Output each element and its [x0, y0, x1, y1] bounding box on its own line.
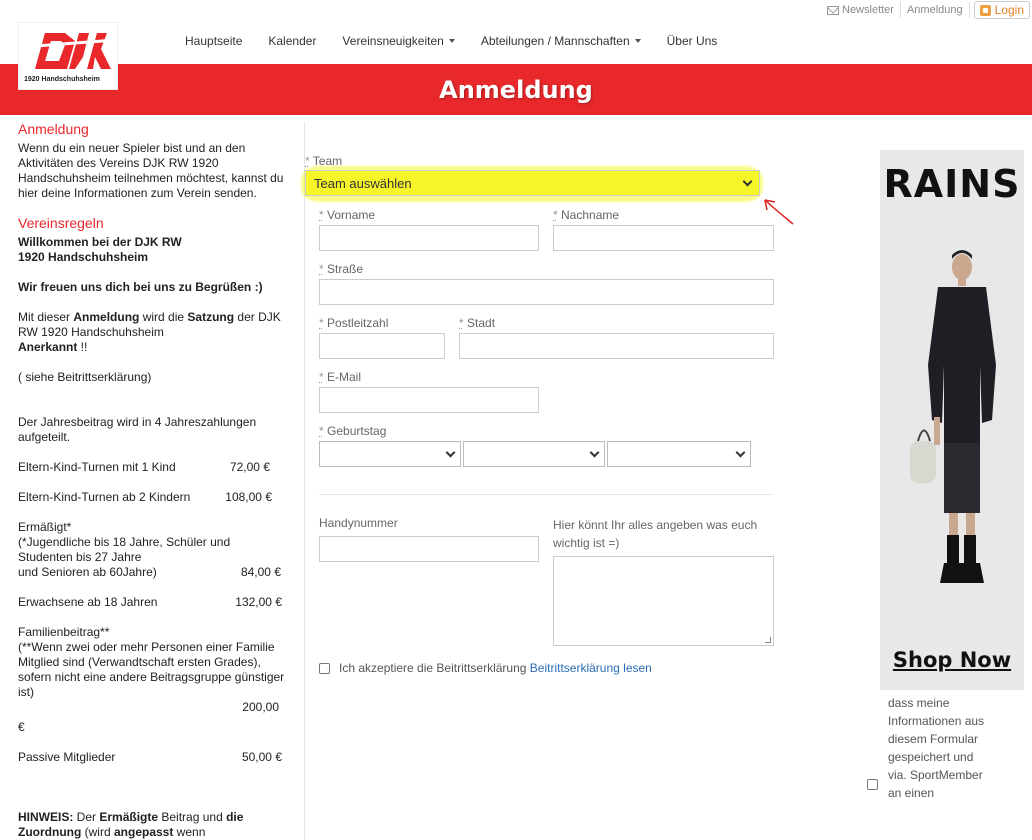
newsletter-link[interactable]: Newsletter [821, 2, 901, 18]
team-select[interactable]: Team auswählen [305, 170, 760, 196]
stadt-input[interactable] [459, 333, 774, 359]
notes-textarea[interactable] [553, 556, 774, 646]
notes-field: Hier könnt Ihr alles angeben was euch wi… [553, 516, 774, 646]
birth-year-select[interactable] [607, 441, 751, 467]
strasse-input[interactable] [319, 279, 774, 305]
club-logo[interactable]: 1920 Handschuhsheim [18, 22, 118, 90]
anmeldung-label: Anmeldung [906, 4, 963, 16]
birth-month-select[interactable] [463, 441, 605, 467]
nav-label: Hauptseite [185, 34, 243, 48]
caret-down-icon [634, 39, 641, 43]
beitritt-link[interactable]: Beitrittserklärung lesen [530, 661, 652, 675]
nav-abteilungen[interactable]: Abteilungen / Mannschaften [468, 34, 654, 48]
fee-intro: Der Jahresbeitrag wird in 4 Jahreszahlun… [18, 415, 257, 444]
fee-title: Ermäßigt* [18, 520, 72, 534]
utility-bar: Newsletter Anmeldung Login [821, 0, 1030, 20]
team-select-value: Team auswählen [314, 175, 412, 191]
nav-label: Vereinsneuigkeiten [342, 34, 444, 48]
beitritt-note: ( siehe Beitrittserklärung) [18, 370, 152, 384]
main-nav: Hauptseite Kalender Vereinsneuigkeiten A… [172, 34, 730, 48]
nav-label: Über Uns [666, 34, 718, 48]
plz-field: * Postleitzahl [319, 316, 445, 359]
nav-hauptseite[interactable]: Hauptseite [172, 34, 255, 48]
email-input[interactable] [319, 387, 539, 413]
notes-label: Hier könnt Ihr alles angeben was euch wi… [553, 518, 758, 550]
fee-row: Erwachsene ab 18 Jahren 132,00 € [18, 595, 282, 609]
birth-day-select[interactable] [319, 441, 461, 467]
fee-currency: € [18, 720, 25, 734]
consent-text: dass meine Informationen aus diesem Form… [888, 696, 985, 800]
ad-brand: RAINS [883, 162, 1021, 206]
accept-row: Ich akzeptiere die Beitrittserklärung Be… [319, 661, 652, 675]
info-column: Anmeldung Wenn du ein neuer Spieler bist… [18, 122, 288, 840]
login-button[interactable]: Login [973, 1, 1030, 19]
page-title: Anmeldung [439, 75, 593, 104]
column-divider [304, 122, 305, 840]
consent-checkbox[interactable] [867, 779, 878, 790]
accept-text: Ich akzeptiere die Beitrittserklärung [339, 661, 527, 675]
fee-row: Passive Mitglieder 50,00 € [18, 750, 282, 764]
login-icon [979, 4, 991, 16]
ad-model-image [910, 250, 996, 583]
email-field: * E-Mail [319, 370, 539, 413]
nav-label: Abteilungen / Mannschaften [480, 34, 630, 48]
intro-text: Wenn du ein neuer Spieler bist und an de… [18, 141, 284, 200]
plz-input[interactable] [319, 333, 445, 359]
vorname-field: * Vorname [319, 208, 539, 251]
rules-text: Mit dieser Anmeldung wird die Satzung de… [18, 310, 281, 354]
hinweis-text: HINWEIS: Der Ermäßigte Beitrag und die Zu… [18, 810, 244, 839]
anmeldung-link[interactable]: Anmeldung [901, 2, 970, 18]
fee-row: und Senioren ab 60Jahre) 84,00 € [18, 565, 281, 579]
nachname-input[interactable] [553, 225, 774, 251]
nav-kalender[interactable]: Kalender [255, 34, 329, 48]
form-divider [319, 494, 773, 495]
nav-ueber-uns[interactable]: Über Uns [654, 34, 731, 48]
chevron-down-icon [742, 176, 753, 186]
chevron-down-icon [735, 447, 746, 457]
handy-field: Handynummer [319, 516, 539, 562]
section-heading-anmeldung: Anmeldung [18, 121, 89, 137]
resize-handle-icon[interactable] [765, 637, 771, 643]
handy-input[interactable] [319, 536, 539, 562]
logo-subtitle: 1920 Handschuhsheim [24, 76, 100, 83]
fee-desc: (*Jugendliche bis 18 Jahre, Schüler und … [18, 535, 231, 564]
fee-value: 200,00 [242, 700, 279, 714]
fee-row: Eltern-Kind-Turnen ab 2 Kindern 108,00 € [18, 490, 272, 504]
vorname-input[interactable] [319, 225, 539, 251]
fee-row: Eltern-Kind-Turnen mit 1 Kind 72,00 € [18, 460, 270, 474]
chevron-down-icon [589, 447, 600, 457]
fee-desc: (**Wenn zwei oder mehr Personen einer Fa… [18, 640, 285, 699]
chevron-down-icon [445, 447, 456, 457]
accept-checkbox[interactable] [319, 662, 330, 674]
page-banner: Anmeldung [0, 64, 1032, 115]
envelope-icon [827, 5, 839, 15]
nav-vereinsneuigkeiten[interactable]: Vereinsneuigkeiten [329, 34, 467, 48]
login-label: Login [994, 3, 1024, 17]
ad-shop-now[interactable]: Shop Now [880, 648, 1024, 672]
section-heading-vereinsregeln: Vereinsregeln [18, 215, 104, 231]
newsletter-label: Newsletter [842, 4, 894, 16]
geburtstag-field: * Geburtstag [319, 424, 759, 467]
nav-label: Kalender [268, 34, 317, 48]
rains-advertisement[interactable]: RAINS Shop Now [880, 150, 1024, 690]
nachname-field: * Nachname [553, 208, 774, 251]
caret-down-icon [448, 39, 455, 43]
strasse-field: * Straße [319, 262, 774, 305]
stadt-field: * Stadt [459, 316, 774, 359]
djk-logo-mark [29, 33, 111, 69]
greeting-text: Wir freuen uns dich bei uns zu Begrüßen … [18, 280, 263, 294]
welcome-text: Willkommen bei der DJK RW 1920 Handschuh… [18, 235, 182, 264]
handy-label: Handynummer [319, 516, 398, 530]
fee-title: Familienbeitrag** [18, 625, 110, 639]
